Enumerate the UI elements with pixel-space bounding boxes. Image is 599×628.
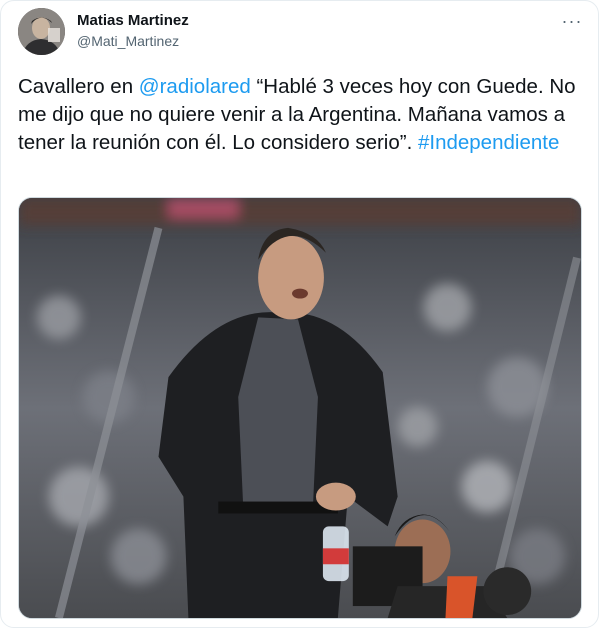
author-avatar[interactable] bbox=[18, 8, 65, 55]
coach-photo bbox=[19, 198, 581, 618]
author-display-name[interactable]: Matias Martinez bbox=[77, 12, 189, 29]
mention-link[interactable]: @radiolared bbox=[139, 75, 251, 98]
tweet-card: Matias Martinez @Mati_Martinez ··· Caval… bbox=[0, 0, 599, 628]
author-handle[interactable]: @Mati_Martinez bbox=[77, 33, 179, 49]
hashtag-link[interactable]: #Independiente bbox=[418, 131, 559, 154]
more-horizontal-icon: ··· bbox=[561, 11, 583, 31]
tweet-photo[interactable] bbox=[18, 197, 582, 619]
avatar-photo bbox=[18, 8, 65, 55]
tweet-text-part: Cavallero en bbox=[18, 75, 139, 98]
more-options-button[interactable]: ··· bbox=[561, 11, 583, 31]
tweet-text: Cavallero en @radiolared “Hablé 3 veces … bbox=[18, 73, 583, 157]
